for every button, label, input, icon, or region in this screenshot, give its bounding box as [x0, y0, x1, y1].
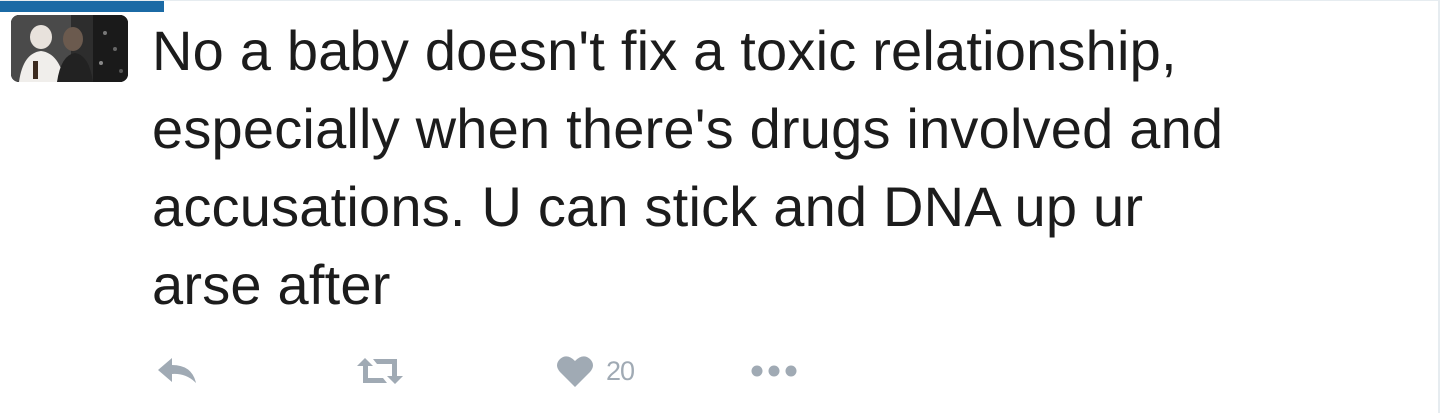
more-dots-icon	[751, 365, 797, 377]
tweet-line-2: especially when there's drugs involved a…	[152, 97, 1224, 160]
profile-photo-icon	[11, 15, 128, 82]
like-button[interactable]: 20	[556, 341, 635, 401]
reply-button[interactable]	[156, 341, 198, 401]
tweet-text: No a baby doesn't fix a toxic relationsh…	[152, 12, 1412, 324]
heart-icon	[557, 356, 593, 387]
tweet-line-4: arse after	[152, 253, 391, 316]
retweet-button[interactable]	[355, 341, 405, 401]
retweet-icon	[357, 358, 403, 384]
tweet-line-3: accusations. U can stick and DNA up ur	[152, 175, 1144, 238]
avatar[interactable]	[11, 15, 128, 82]
more-button[interactable]	[750, 341, 798, 401]
tweet-line-1: No a baby doesn't fix a toxic relationsh…	[152, 19, 1177, 82]
tweet-actions: 20	[0, 341, 1440, 401]
like-count: 20	[606, 355, 635, 386]
reply-icon	[158, 358, 196, 383]
progress-bar	[0, 1, 164, 12]
tweet-card: No a baby doesn't fix a toxic relationsh…	[0, 0, 1440, 413]
